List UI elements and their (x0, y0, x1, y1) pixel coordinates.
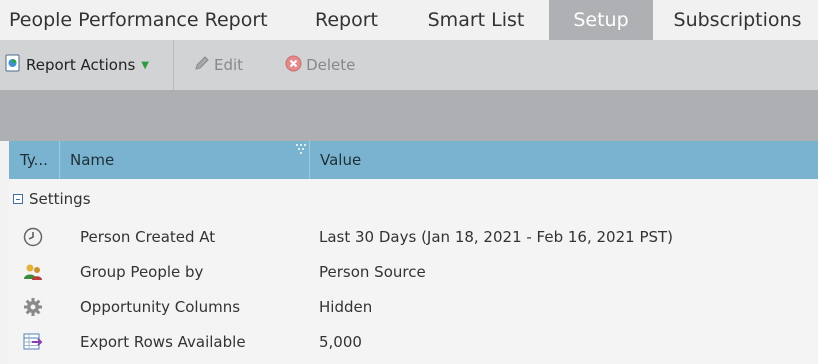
delete-label: Delete (306, 56, 356, 74)
delete-icon (285, 55, 302, 76)
gear-icon (23, 297, 43, 317)
export-rows-icon (23, 332, 43, 352)
tab-subscriptions[interactable]: Subscriptions (653, 0, 818, 40)
row-value: Hidden (319, 297, 373, 316)
resize-grip-icon[interactable] (296, 144, 306, 154)
row-value: Last 30 Days (Jan 18, 2021 - Feb 16, 202… (319, 227, 674, 246)
report-icon (5, 54, 21, 76)
row-name: Group People by (80, 262, 204, 281)
report-actions-label: Report Actions (26, 56, 136, 74)
table-row[interactable]: Opportunity Columns Hidden (9, 289, 818, 324)
tab-smart-list[interactable]: Smart List (403, 0, 549, 40)
tab-bar: People Performance Report Report Smart L… (0, 0, 818, 40)
column-header-name[interactable]: Name (60, 141, 310, 179)
edit-label: Edit (214, 56, 244, 74)
tab-report[interactable]: Report (290, 0, 403, 40)
toolbar-spacer (0, 90, 818, 141)
report-actions-button[interactable]: Report Actions ▼ (0, 40, 174, 90)
report-title: People Performance Report (9, 9, 268, 31)
tab-setup[interactable]: Setup (549, 0, 653, 40)
edit-button[interactable]: Edit (194, 40, 243, 90)
table-row[interactable]: Person Created At Last 30 Days (Jan 18, … (9, 219, 818, 254)
grid-header: Ty... Name Value (9, 141, 818, 179)
column-header-type[interactable]: Ty... (9, 141, 60, 179)
clock-icon (23, 227, 43, 247)
chevron-down-icon: ▼ (141, 59, 149, 71)
row-name: Opportunity Columns (80, 297, 241, 316)
pencil-icon (194, 55, 210, 75)
collapse-icon[interactable] (13, 194, 23, 204)
settings-group-row[interactable]: Settings (9, 179, 91, 219)
column-header-name-label: Name (70, 151, 115, 169)
toolbar: Report Actions ▼ Edit Delete (0, 40, 818, 90)
settings-group-label: Settings (29, 190, 91, 208)
row-value: 5,000 (319, 332, 362, 351)
column-header-value[interactable]: Value (310, 141, 818, 179)
people-icon (23, 262, 43, 282)
row-value: Person Source (319, 262, 426, 281)
row-name: Person Created At (80, 227, 216, 246)
delete-button[interactable]: Delete (285, 40, 355, 90)
table-row[interactable]: Export Rows Available 5,000 (9, 324, 818, 359)
row-name: Export Rows Available (80, 332, 246, 351)
table-row[interactable]: Group People by Person Source (9, 254, 818, 289)
setup-grid: Ty... Name Value Settings Person Created… (9, 141, 818, 364)
